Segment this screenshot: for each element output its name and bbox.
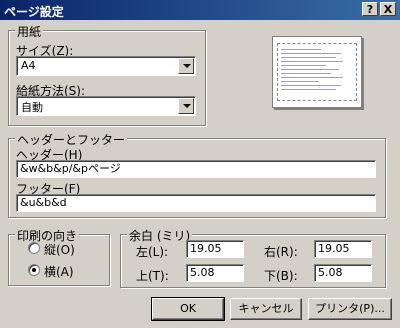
close-button[interactable]: X [380, 2, 396, 16]
portrait-radio[interactable] [28, 242, 40, 254]
top-margin-input[interactable]: 5.08 [186, 264, 244, 282]
header-input[interactable]: &w&b&p/&pページ [16, 160, 376, 178]
window-title: ページ設定 [4, 5, 64, 19]
right-margin-input[interactable]: 19.05 [314, 240, 372, 258]
footer-input[interactable]: &u&b&d [16, 194, 376, 212]
help-button[interactable]: ? [362, 2, 378, 16]
preview-text-line [281, 61, 343, 62]
right-margin-label: 右(R): [264, 245, 298, 259]
chevron-down-icon[interactable] [178, 58, 194, 74]
paper-source-select[interactable]: 自動 [16, 96, 196, 116]
preview-text-line [281, 57, 336, 58]
preview-text-line [281, 81, 319, 82]
preview-text-line [281, 85, 341, 86]
preview-text-line [281, 53, 341, 54]
paper-source-value: 自動 [21, 101, 43, 114]
preview-text-line [281, 65, 326, 66]
title-bar[interactable]: ページ設定 ? X [0, 0, 400, 20]
preview-text-line [281, 77, 343, 78]
cancel-button[interactable]: キャンセル [230, 298, 302, 320]
left-margin-label: 左(L): [136, 245, 169, 259]
bottom-margin-label: 下(B): [264, 269, 298, 283]
portrait-label[interactable]: 縦(O) [44, 241, 75, 258]
chevron-down-icon[interactable] [178, 98, 194, 114]
preview-text-line [281, 69, 339, 70]
landscape-label[interactable]: 横(A) [44, 263, 74, 280]
preview-text-line [281, 49, 321, 50]
top-margin-label: 上(T): [136, 269, 169, 283]
printer-button[interactable]: プリンタ(P)... [308, 298, 392, 320]
preview-text-line [281, 73, 331, 74]
left-margin-input[interactable]: 19.05 [186, 240, 244, 258]
bottom-margin-input[interactable]: 5.08 [314, 264, 372, 282]
preview-margin-outline [277, 43, 357, 101]
paper-size-select[interactable]: A4 [16, 56, 196, 76]
preview-text-line [281, 89, 336, 90]
ok-button[interactable]: OK [151, 297, 225, 321]
paper-group-label: 用紙 [15, 23, 44, 40]
page-preview [272, 36, 362, 108]
margins-group-label: 余白 (ミリ) [127, 227, 193, 244]
page-setup-dialog: ページ設定 ? X 用紙 サイズ(Z): A4 給紙方法(S): 自動 ヘッダー… [0, 0, 400, 328]
paper-size-value: A4 [21, 59, 36, 72]
landscape-radio[interactable] [28, 264, 40, 276]
